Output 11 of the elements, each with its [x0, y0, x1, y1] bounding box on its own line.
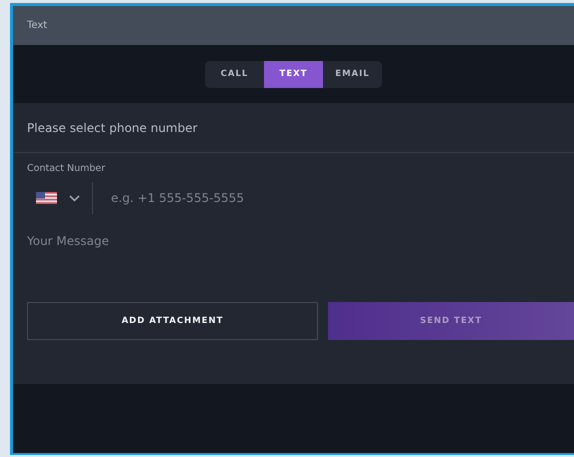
tab[interactable]: CALL: [205, 60, 264, 88]
tab[interactable]: TEXT: [264, 60, 323, 88]
field-label: Contact Number: [27, 163, 106, 174]
flag-icon: [36, 192, 57, 204]
phone-input-field[interactable]: e.g. +1 555-555-5555: [109, 190, 309, 206]
window-title: Text: [27, 20, 48, 31]
tab[interactable]: EMAIL: [323, 60, 382, 88]
message-field[interactable]: Your Message: [27, 234, 327, 274]
chevron-down-icon: [69, 194, 80, 202]
attachment-button[interactable]: ADD ATTACHMENT: [27, 302, 318, 340]
phone-number-select[interactable]: Please select phone number: [13, 103, 574, 153]
